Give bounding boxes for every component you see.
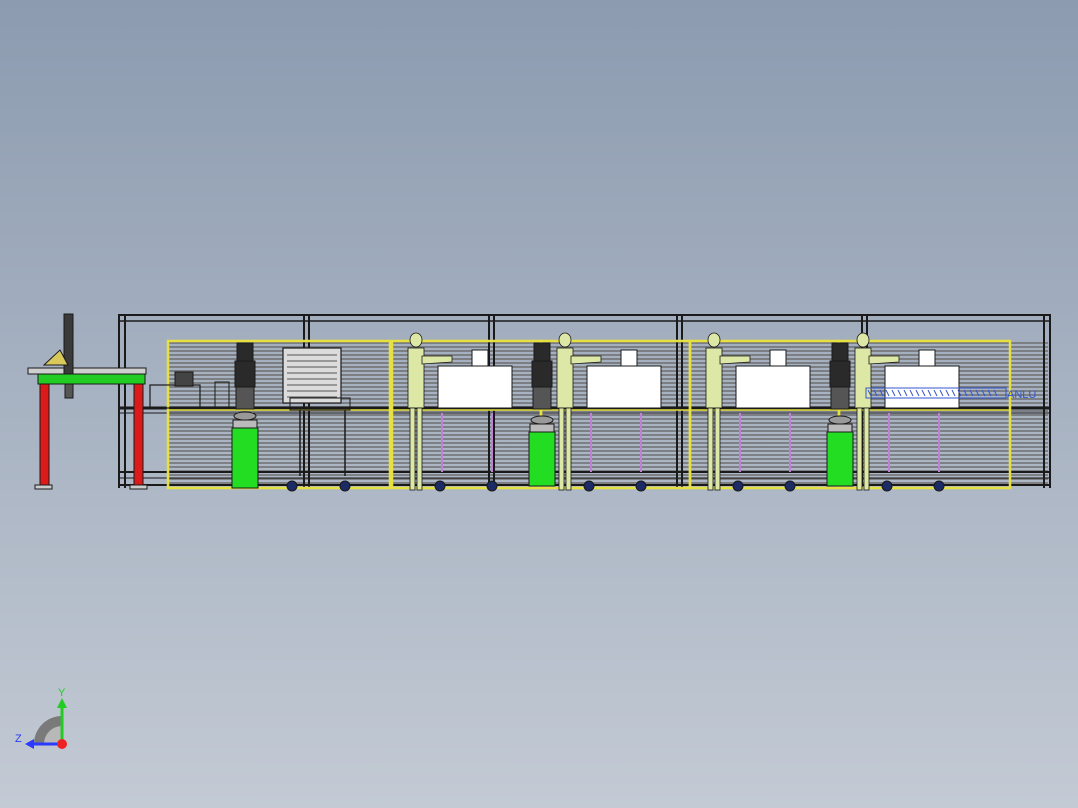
operator-leg (416, 407, 423, 491)
conveyor-leg-left (39, 383, 50, 489)
orientation-triad[interactable]: Y Z (12, 686, 76, 750)
y-axis-label: Y (58, 687, 66, 699)
robot-base (532, 386, 552, 410)
conveyor-top-plate (27, 367, 147, 375)
operator-leg (409, 407, 416, 491)
station-fixture (769, 349, 787, 367)
robot-arm (231, 342, 259, 489)
conveyor-cylinder (64, 383, 74, 399)
robot-upper-arm (234, 360, 256, 388)
z-axis-arrowhead (25, 739, 34, 749)
station-machine-box (586, 365, 662, 409)
conveyor-leg-right (133, 383, 144, 489)
operator-head (856, 332, 870, 348)
robot-upper-arm (531, 360, 553, 388)
station-fixture (918, 349, 936, 367)
operator-leg (714, 407, 721, 491)
operator-leg (558, 407, 565, 491)
caster-wheel (434, 480, 446, 492)
robot-mount (529, 423, 555, 433)
operator-head (409, 332, 423, 348)
conveyor-bed (37, 373, 146, 385)
robot-flange (828, 415, 852, 425)
operator-head (558, 332, 572, 348)
assembly-line: ANLU (27, 313, 1051, 492)
station-fixture (620, 349, 638, 367)
robot-wrist (831, 342, 849, 362)
caster-wheel (881, 480, 893, 492)
bench-device (174, 371, 194, 387)
operator-leg (856, 407, 863, 491)
operator-leg (565, 407, 572, 491)
robot-wrist (236, 342, 254, 362)
cad-viewport[interactable]: ANLU Y Z (0, 0, 1078, 808)
x-axis-origin-dot (57, 739, 67, 749)
robot-pedestal (528, 431, 556, 487)
operator-leg (863, 407, 870, 491)
operator-head (707, 332, 721, 348)
station-machine-box (884, 365, 960, 409)
caster-wheel (286, 480, 298, 492)
z-axis-label: Z (15, 733, 22, 745)
robot-base (830, 386, 850, 410)
robot-mount (827, 423, 853, 433)
robot-base (235, 386, 255, 410)
infeed-conveyor (27, 313, 148, 490)
y-axis-arrowhead (57, 698, 67, 708)
annotation-text: ANLU (1007, 389, 1036, 401)
conveyor-foot (129, 484, 148, 490)
station-machine-box (735, 365, 811, 409)
caster-wheel (784, 480, 796, 492)
caster-wheel (732, 480, 744, 492)
robot-pedestal (826, 431, 854, 487)
caster-wheel (339, 480, 351, 492)
caster-wheel (635, 480, 647, 492)
bench-table (149, 384, 201, 409)
station-machine-box (437, 365, 513, 409)
robot-pedestal (231, 427, 259, 489)
robot-wrist (533, 342, 551, 362)
caster-wheel (933, 480, 945, 492)
robot-mount (232, 419, 258, 429)
conveyor-foot (34, 484, 53, 490)
robot-flange (530, 415, 554, 425)
operator-leg (707, 407, 714, 491)
caster-wheel (486, 480, 498, 492)
control-cabinet (282, 347, 342, 404)
station-fixture (471, 349, 489, 367)
assembly-line-drawing[interactable]: ANLU (0, 0, 1078, 808)
robot-flange (233, 411, 257, 421)
caster-wheel (583, 480, 595, 492)
robot-upper-arm (829, 360, 851, 388)
